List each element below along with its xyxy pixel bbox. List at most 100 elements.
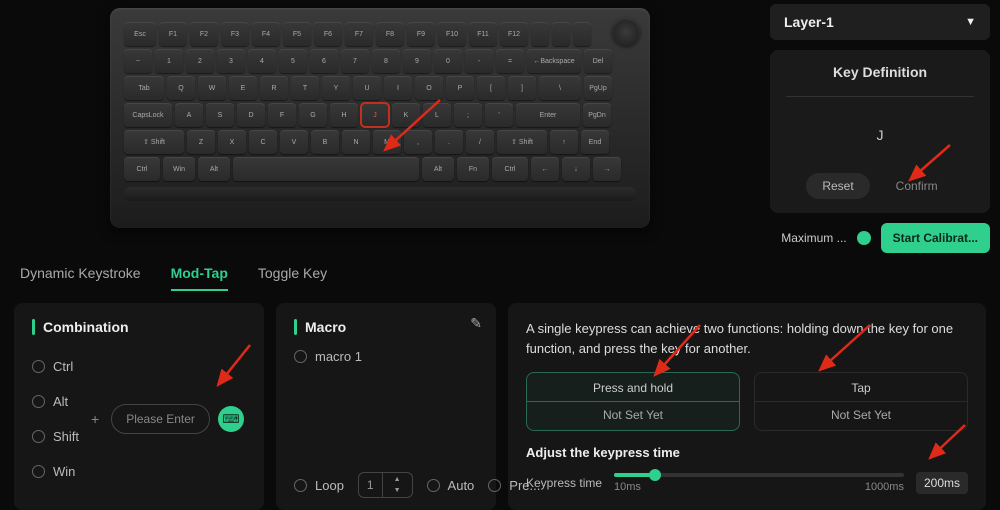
key-/[interactable]: / xyxy=(466,130,494,154)
key-F4[interactable]: F4 xyxy=(252,22,280,46)
key-Ctrl[interactable]: Ctrl xyxy=(124,157,160,181)
key-Enter[interactable]: Enter xyxy=(516,103,580,127)
key-F5[interactable]: F5 xyxy=(283,22,311,46)
key-blank[interactable] xyxy=(233,157,419,181)
key-O[interactable]: O xyxy=(415,76,443,100)
key-F8[interactable]: F8 xyxy=(376,22,404,46)
key-N[interactable]: N xyxy=(342,130,370,154)
key-1[interactable]: 1 xyxy=(155,49,183,73)
key-X[interactable]: X xyxy=(218,130,246,154)
layer-dropdown[interactable]: Layer-1 ▼ xyxy=(770,4,990,40)
key-][interactable]: ] xyxy=(508,76,536,100)
loop-count-stepper[interactable]: 1 ▲▼ xyxy=(358,472,413,498)
tap-box[interactable]: Tap Not Set Yet xyxy=(754,372,968,431)
key-D[interactable]: D xyxy=(237,103,265,127)
key-U[interactable]: U xyxy=(353,76,381,100)
key-\[interactable]: \ xyxy=(539,76,581,100)
key-W[interactable]: W xyxy=(198,76,226,100)
key--[interactable]: - xyxy=(465,49,493,73)
macro-item[interactable]: macro 1 xyxy=(294,349,478,364)
key-PgDn[interactable]: PgDn xyxy=(583,103,611,127)
key-F7[interactable]: F7 xyxy=(345,22,373,46)
key-2[interactable]: 2 xyxy=(186,49,214,73)
key-PgUp[interactable]: PgUp xyxy=(584,76,612,100)
maximum-toggle[interactable] xyxy=(857,231,871,245)
keyboard-picker-button[interactable]: ⌨ xyxy=(218,406,244,432)
key-5[interactable]: 5 xyxy=(279,49,307,73)
key-[[interactable]: [ xyxy=(477,76,505,100)
key-CapsLock[interactable]: CapsLock xyxy=(124,103,172,127)
modifier-win[interactable]: Win xyxy=(32,464,79,479)
key-;[interactable]: ; xyxy=(454,103,482,127)
key-Y[interactable]: Y xyxy=(322,76,350,100)
key-0[interactable]: 0 xyxy=(434,49,462,73)
key-V[interactable]: V xyxy=(280,130,308,154)
key-Tab[interactable]: Tab xyxy=(124,76,164,100)
tab-dynamic-keystroke[interactable]: Dynamic Keystroke xyxy=(20,265,141,291)
key-.[interactable]: . xyxy=(435,130,463,154)
key-3[interactable]: 3 xyxy=(217,49,245,73)
key-←[interactable]: ← xyxy=(531,157,559,181)
key-R[interactable]: R xyxy=(260,76,288,100)
key-6[interactable]: 6 xyxy=(310,49,338,73)
key-Fn[interactable]: Fn xyxy=(457,157,489,181)
key-F10[interactable]: F10 xyxy=(438,22,466,46)
key-,[interactable]: , xyxy=(404,130,432,154)
key-F1[interactable]: F1 xyxy=(159,22,187,46)
edit-icon[interactable]: ✎ xyxy=(470,315,482,332)
key-blank[interactable] xyxy=(573,22,591,46)
key-Z[interactable]: Z xyxy=(187,130,215,154)
key-F9[interactable]: F9 xyxy=(407,22,435,46)
combination-key-input[interactable]: Please Enter xyxy=(111,404,210,434)
key-S[interactable]: S xyxy=(206,103,234,127)
key-4[interactable]: 4 xyxy=(248,49,276,73)
key-J[interactable]: J xyxy=(361,103,389,127)
key-G[interactable]: G xyxy=(299,103,327,127)
modifier-alt[interactable]: Alt xyxy=(32,394,79,409)
key-F2[interactable]: F2 xyxy=(190,22,218,46)
key-←Backspace[interactable]: ←Backspace xyxy=(527,49,581,73)
press-hold-box[interactable]: Press and hold Not Set Yet xyxy=(526,372,740,431)
key-Win[interactable]: Win xyxy=(163,157,195,181)
key-L[interactable]: L xyxy=(423,103,451,127)
key-B[interactable]: B xyxy=(311,130,339,154)
key-=[interactable]: = xyxy=(496,49,524,73)
key-F3[interactable]: F3 xyxy=(221,22,249,46)
rotary-knob[interactable] xyxy=(612,18,640,46)
key-P[interactable]: P xyxy=(446,76,474,100)
key-K[interactable]: K xyxy=(392,103,420,127)
key-F11[interactable]: F11 xyxy=(469,22,497,46)
tab-toggle-key[interactable]: Toggle Key xyxy=(258,265,327,291)
modifier-ctrl[interactable]: Ctrl xyxy=(32,359,79,374)
key-End[interactable]: End xyxy=(581,130,609,154)
modifier-shift[interactable]: Shift xyxy=(32,429,79,444)
key-Del[interactable]: Del xyxy=(584,49,612,73)
key-Alt[interactable]: Alt xyxy=(198,157,230,181)
confirm-button[interactable]: Confirm xyxy=(880,173,954,199)
key-F12[interactable]: F12 xyxy=(500,22,528,46)
keypress-slider[interactable] xyxy=(614,473,904,477)
key-Esc[interactable]: Esc xyxy=(124,22,156,46)
key-~[interactable]: ~ xyxy=(124,49,152,73)
macro-pre-option[interactable]: Pre... xyxy=(488,478,540,493)
key-E[interactable]: E xyxy=(229,76,257,100)
key-F[interactable]: F xyxy=(268,103,296,127)
macro-loop-option[interactable]: Loop xyxy=(294,478,344,493)
key-⇧ Shift[interactable]: ⇧ Shift xyxy=(497,130,547,154)
key-blank[interactable] xyxy=(552,22,570,46)
key-↓[interactable]: ↓ xyxy=(562,157,590,181)
key-blank[interactable] xyxy=(531,22,549,46)
start-calibration-button[interactable]: Start Calibrat... xyxy=(881,223,990,253)
key-Alt[interactable]: Alt xyxy=(422,157,454,181)
key-M[interactable]: M xyxy=(373,130,401,154)
key-I[interactable]: I xyxy=(384,76,412,100)
key-T[interactable]: T xyxy=(291,76,319,100)
keyboard-visual[interactable]: EscF1F2F3F4F5F6F7F8F9F10F11F12~123456789… xyxy=(110,8,650,228)
key-9[interactable]: 9 xyxy=(403,49,431,73)
key-F6[interactable]: F6 xyxy=(314,22,342,46)
keypress-value[interactable]: 200ms xyxy=(916,472,968,494)
tab-mod-tap[interactable]: Mod-Tap xyxy=(171,265,228,291)
key-8[interactable]: 8 xyxy=(372,49,400,73)
reset-button[interactable]: Reset xyxy=(806,173,869,199)
key-H[interactable]: H xyxy=(330,103,358,127)
